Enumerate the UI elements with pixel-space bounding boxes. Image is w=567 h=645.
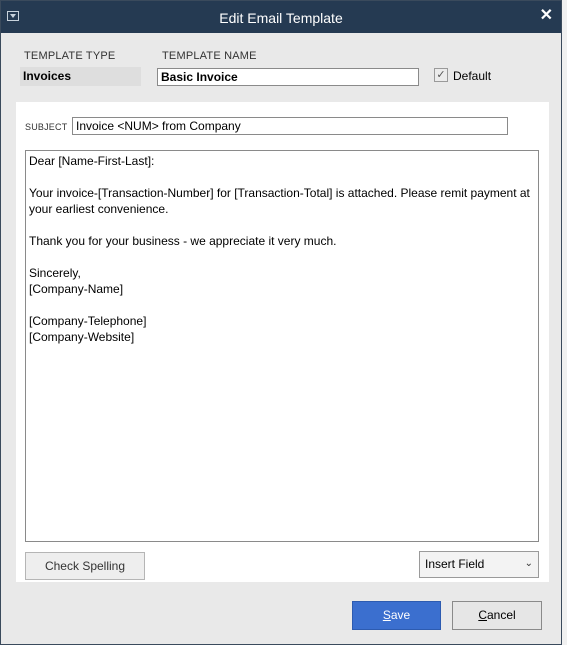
close-icon[interactable]: ✕ [540, 8, 553, 24]
subject-input[interactable]: Invoice <NUM> from Company [72, 117, 508, 135]
checkmark-icon: ✓ [436, 69, 446, 81]
cancel-button[interactable]: Cancel [452, 601, 542, 630]
body-line [29, 249, 535, 265]
subject-label: SUBJECT [25, 122, 68, 132]
insert-field-dropdown[interactable]: Insert Field ⌄ [419, 551, 539, 578]
body-line [29, 169, 535, 185]
body-line: your earliest convenience. [29, 202, 169, 216]
default-checkbox[interactable]: ✓ [434, 68, 448, 82]
title-bar: Edit Email Template ✕ [1, 1, 561, 33]
body-line: [Company-Name] [29, 282, 124, 296]
insert-field-label: Insert Field [425, 557, 485, 571]
body-line: Thank you for your business - we appreci… [29, 234, 337, 248]
template-type-label: TEMPLATE TYPE [24, 50, 116, 62]
cancel-accelerator: C [478, 608, 487, 622]
cancel-label: ancel [486, 608, 516, 622]
body-line: Sincerely, [29, 266, 81, 280]
body-line [29, 297, 535, 313]
template-name-input[interactable]: Basic Invoice [157, 68, 419, 86]
dialog-title: Edit Email Template [219, 10, 343, 26]
body-line: [Company-Telephone] [29, 314, 147, 328]
save-button[interactable]: Save [352, 601, 441, 630]
default-label: Default [453, 69, 492, 83]
template-type-value: Invoices [20, 67, 141, 86]
body-line: Your invoice-[Transaction-Number] for [T… [29, 186, 530, 200]
check-spelling-button[interactable]: Check Spelling [25, 552, 145, 580]
body-line: Dear [Name-First-Last]: [29, 154, 155, 168]
body-line: [Company-Website] [29, 330, 135, 344]
body-line [29, 217, 535, 233]
save-label: ave [390, 608, 411, 622]
chevron-down-icon: ⌄ [524, 558, 533, 569]
email-body-textarea[interactable]: Dear [Name-First-Last]: Your invoice-[Tra… [25, 150, 539, 542]
save-accelerator: S [382, 608, 391, 622]
template-name-label: TEMPLATE NAME [162, 50, 257, 62]
